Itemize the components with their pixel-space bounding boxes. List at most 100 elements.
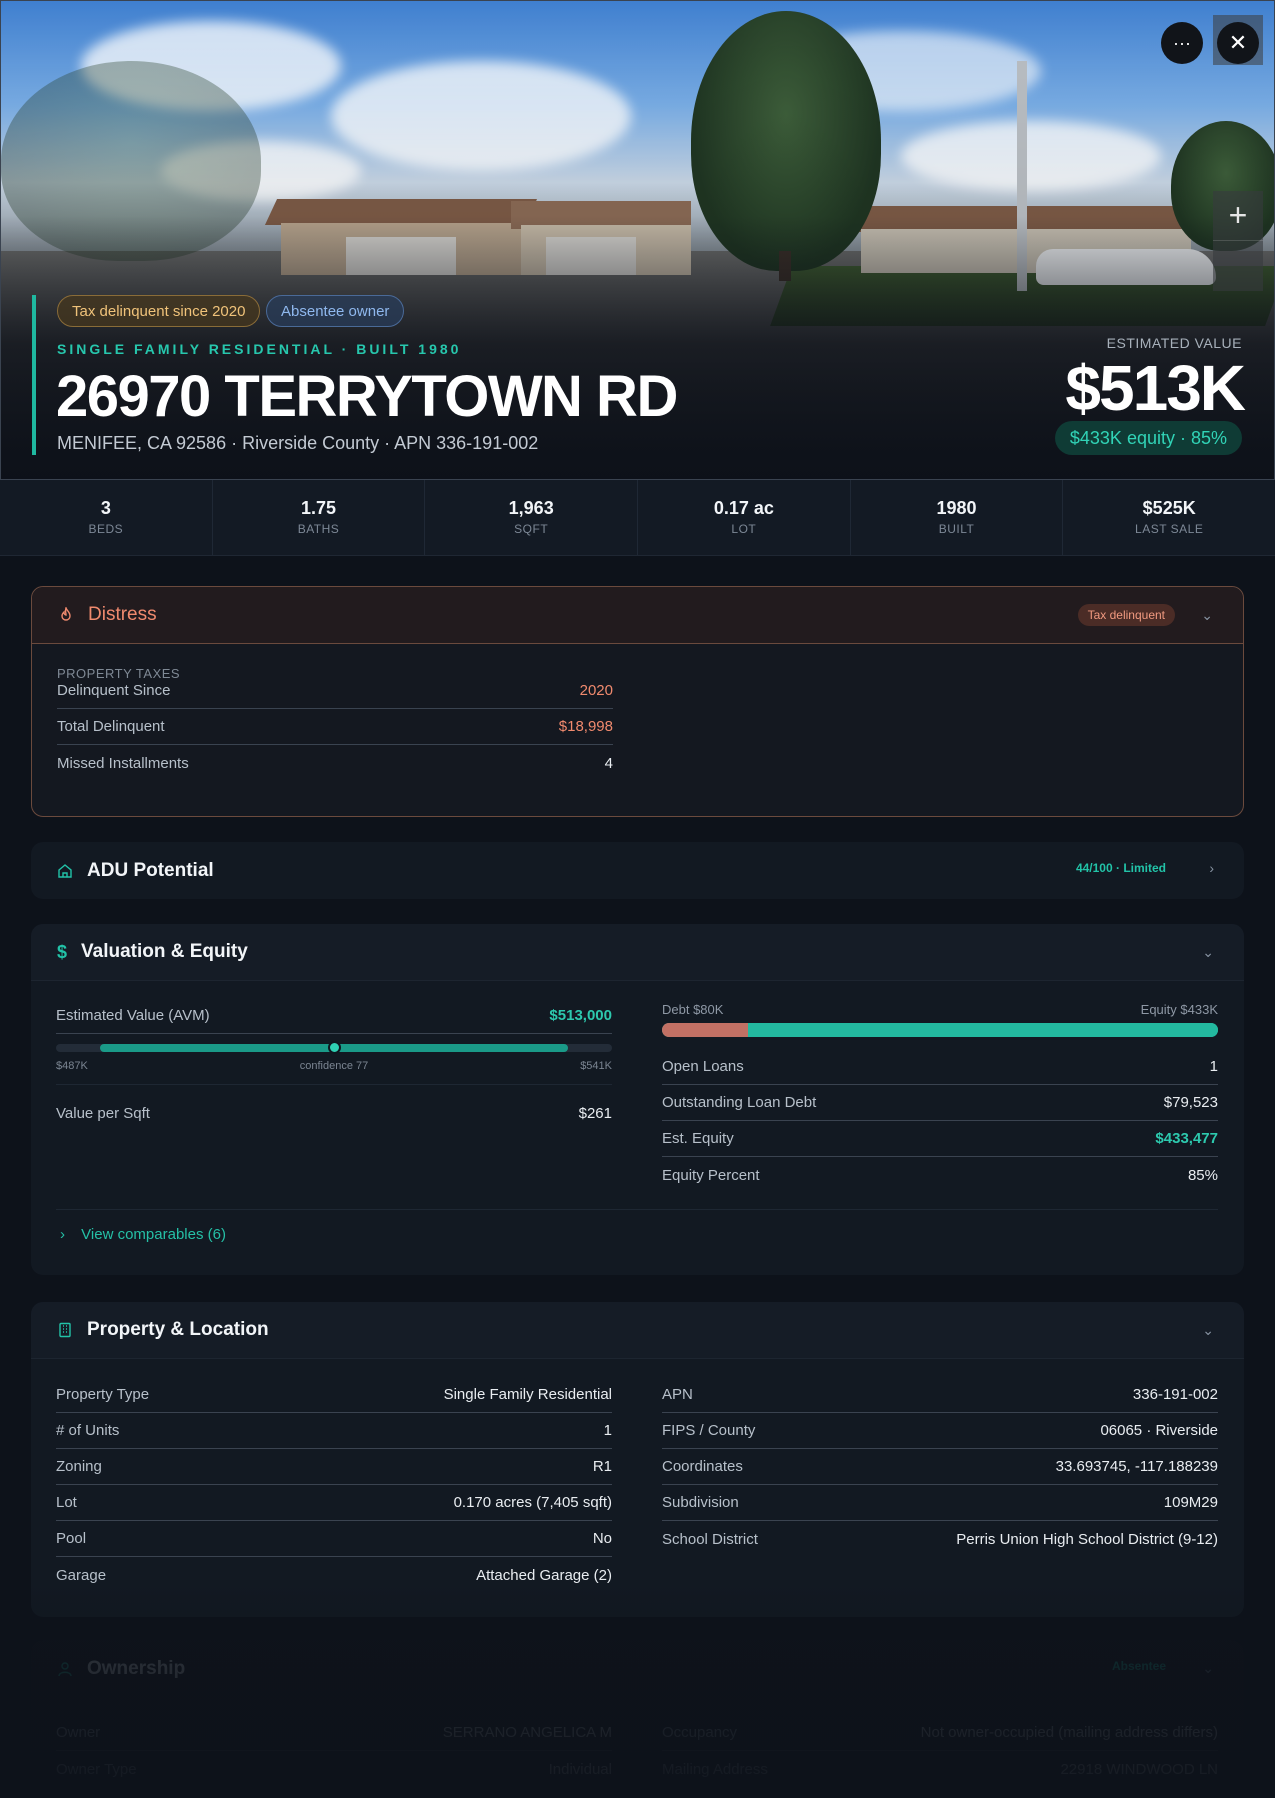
- property-row: Zoning R1: [56, 1449, 612, 1485]
- row-label: Equity Percent: [662, 1166, 760, 1184]
- debt-equity-labels: Debt $80K Equity $433K: [662, 1002, 1218, 1017]
- property-stats-bar: 3 BEDS 1.75 BATHS 1,963 SQFT 0.17 ac LOT…: [0, 480, 1275, 556]
- adu-title: ADU Potential: [87, 859, 214, 881]
- chevron-right-icon: ›: [60, 1226, 65, 1243]
- row-value: 1: [603, 1422, 612, 1439]
- equity-segment: [748, 1023, 1218, 1037]
- distress-panel-header[interactable]: Distress Tax delinquent ⌄: [32, 587, 1243, 644]
- tax-row-missed-installments: Missed Installments 4: [57, 745, 613, 781]
- row-label: FIPS / County: [662, 1422, 756, 1439]
- row-label: Pool: [56, 1530, 87, 1547]
- property-row: # of Units 1: [56, 1413, 612, 1449]
- ownership-panel-header[interactable]: Ownership Absentee ⌄: [31, 1640, 1244, 1697]
- range-high: $541K: [580, 1060, 612, 1072]
- stat-value: 3: [100, 498, 111, 518]
- estimated-value-label: ESTIMATED VALUE: [1106, 335, 1242, 351]
- property-row: Lot 0.170 acres (7,405 sqft): [56, 1485, 612, 1521]
- est-equity-row: Est. Equity $433,477: [662, 1121, 1218, 1157]
- row-value: SERRANO ANGELICA M: [442, 1724, 612, 1741]
- row-value: 85%: [1187, 1166, 1218, 1184]
- open-loans-row: Open Loans 1: [662, 1049, 1218, 1085]
- ownership-panel: Ownership Absentee ⌄ Owner SERRANO ANGELI…: [31, 1640, 1244, 1798]
- stat-value: 1980: [936, 498, 977, 518]
- ownership-row: Mailing Address 22918 WINDWOOD LN: [662, 1751, 1218, 1787]
- property-location-panel: Property & Location ⌄ Property Type Singl…: [31, 1302, 1244, 1617]
- row-value: 4: [604, 754, 613, 772]
- row-label: Occupancy: [662, 1724, 738, 1741]
- equity-pill: $433K equity · 85%: [1054, 421, 1242, 455]
- stat-lot: 0.17 ac LOT: [638, 480, 851, 555]
- stat-label: LAST SALE: [1135, 522, 1204, 536]
- property-panel-header[interactable]: Property & Location ⌄: [31, 1302, 1244, 1359]
- property-row: Pool No: [56, 1521, 612, 1557]
- row-label: Open Loans: [662, 1058, 744, 1075]
- home-icon: [58, 863, 72, 878]
- avm-range-marker: [328, 1041, 341, 1054]
- adu-score-badge: 44/100 · Limited: [1075, 861, 1166, 875]
- street-view-zoom-control: +: [1213, 191, 1263, 291]
- valuation-title: Valuation & Equity: [81, 941, 248, 962]
- row-label: Total Delinquent: [57, 718, 165, 735]
- tax-delinquent-badge: Tax delinquent: [1077, 604, 1175, 626]
- row-value: 109M29: [1163, 1494, 1218, 1511]
- ownership-row: Occupancy Not owner-occupied (mailing add…: [662, 1715, 1218, 1751]
- distress-title: Distress: [88, 604, 157, 625]
- view-comparables-link[interactable]: › View comparables (6): [56, 1209, 1218, 1243]
- property-row: Property Type Single Family Residential: [56, 1377, 612, 1413]
- chevron-down-icon[interactable]: ⌄: [1202, 944, 1214, 961]
- plus-icon: +: [1228, 197, 1248, 233]
- property-type-eyebrow: SINGLE FAMILY RESIDENTIAL · BUILT 1980: [57, 341, 462, 357]
- tax-delinquent-chip: Tax delinquent since 2020: [57, 295, 261, 327]
- adu-potential-panel[interactable]: ADU Potential 44/100 · Limited ›: [31, 842, 1244, 899]
- building-icon: [59, 1322, 71, 1338]
- valuation-equity-panel: $ Valuation & Equity ⌄ Estimated Value (…: [31, 924, 1244, 1275]
- stat-sqft: 1,963 SQFT: [425, 480, 639, 555]
- row-label: Estimated Value (AVM): [56, 1007, 210, 1024]
- flame-icon: [61, 607, 71, 621]
- debt-label: Debt $80K: [662, 1002, 724, 1017]
- row-label: Outstanding Loan Debt: [662, 1094, 817, 1111]
- avm-range-labels: $487K confidence 77 $541K: [56, 1060, 612, 1072]
- adu-panel-header[interactable]: ADU Potential 44/100 · Limited ›: [31, 842, 1244, 899]
- row-value: R1: [592, 1458, 612, 1475]
- row-value: $433,477: [1155, 1130, 1218, 1147]
- row-label: Lot: [56, 1494, 77, 1511]
- row-value: Attached Garage (2): [476, 1566, 612, 1584]
- property-location-subline: MENIFEE, CA 92586 · Riverside County · A…: [57, 433, 539, 453]
- valuation-panel-header[interactable]: $ Valuation & Equity ⌄: [31, 924, 1244, 981]
- row-value: 2020: [579, 682, 613, 699]
- chevron-right-icon[interactable]: ›: [1209, 860, 1214, 876]
- row-value: 22918 WINDWOOD LN: [1060, 1760, 1218, 1778]
- accent-bar: [32, 295, 36, 455]
- row-value: 06065 · Riverside: [1100, 1422, 1218, 1439]
- location-row: APN 336-191-002: [662, 1377, 1218, 1413]
- stat-value: 1,963: [508, 498, 554, 518]
- property-row: Garage Attached Garage (2): [56, 1557, 612, 1593]
- avm-value: $513,000: [549, 1007, 612, 1024]
- zoom-out-button[interactable]: [1213, 241, 1263, 291]
- row-value: 0.170 acres (7,405 sqft): [453, 1494, 612, 1511]
- tax-row-total-delinquent: Total Delinquent $18,998: [57, 709, 613, 745]
- chevron-down-icon[interactable]: ⌄: [1201, 607, 1213, 624]
- row-label: Owner Type: [56, 1760, 137, 1778]
- row-label: Zoning: [56, 1458, 102, 1475]
- stat-last-sale: $525K LAST SALE: [1063, 480, 1275, 555]
- ownership-title: Ownership: [87, 1657, 186, 1679]
- zoom-in-button[interactable]: +: [1213, 191, 1263, 241]
- chevron-down-icon[interactable]: ⌄: [1202, 1322, 1214, 1339]
- chevron-down-icon[interactable]: ⌄: [1202, 1660, 1214, 1677]
- row-label: Value per Sqft: [56, 1104, 150, 1122]
- view-comparables-label: View comparables (6): [81, 1226, 226, 1243]
- debt-equity-bar: [662, 1023, 1218, 1037]
- row-value: Individual: [548, 1760, 612, 1778]
- row-value: 33.693745, -117.188239: [1055, 1458, 1218, 1475]
- close-button[interactable]: ✕: [1217, 22, 1259, 64]
- stat-label: BUILT: [938, 522, 975, 536]
- more-options-button[interactable]: ···: [1161, 22, 1203, 64]
- equity-label: Equity $433K: [1140, 1002, 1218, 1017]
- range-confidence: confidence 77: [299, 1060, 369, 1072]
- stat-label: LOT: [731, 522, 757, 536]
- property-address-title: 26970 TERRYTOWN RD: [56, 364, 678, 429]
- distress-panel: Distress Tax delinquent ⌄ PROPERTY TAXES…: [31, 586, 1244, 817]
- location-row: School District Perris Union High School …: [662, 1521, 1218, 1557]
